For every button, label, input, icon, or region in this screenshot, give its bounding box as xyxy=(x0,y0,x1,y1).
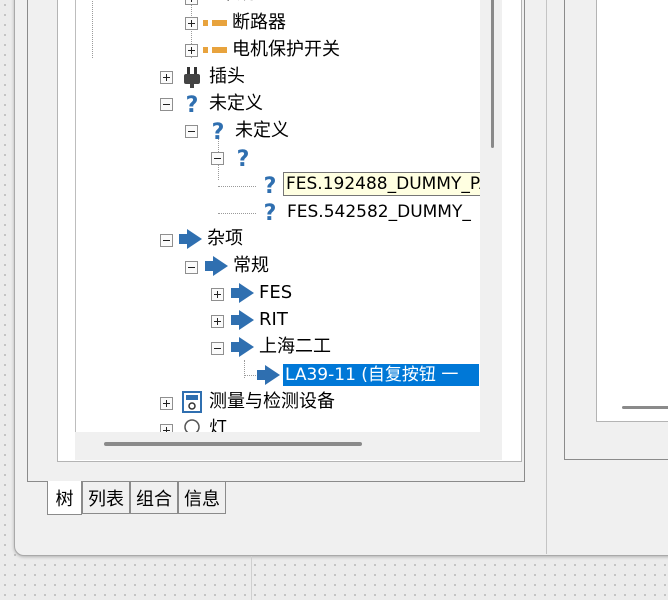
question-icon: ? xyxy=(206,119,230,143)
tree-hscrollbar[interactable] xyxy=(75,432,502,460)
preview-panel-inner xyxy=(596,0,668,422)
tree-expander-minus[interactable] xyxy=(160,234,173,247)
tab-list[interactable]: 列表 xyxy=(82,482,130,514)
tree-item-label: 杂项 xyxy=(207,228,243,249)
tree-vscroll-thumb[interactable] xyxy=(491,0,494,148)
misc-part-icon xyxy=(178,227,202,251)
tree-item-label: 电机保护开关 xyxy=(232,39,340,60)
tree-expander-plus[interactable] xyxy=(160,397,173,410)
misc-part-icon xyxy=(230,335,254,359)
svg-text:?: ? xyxy=(186,93,199,116)
tree-item-label: FES.542582_DUMMY_ xyxy=(287,202,471,222)
tree-item-label: FES xyxy=(259,282,293,303)
svg-text:?: ? xyxy=(264,174,277,197)
tree-expander-minus[interactable] xyxy=(211,342,224,355)
svg-text:?: ? xyxy=(264,201,277,224)
tab-label: 列表 xyxy=(88,488,124,510)
tree-view[interactable]: 常规 断路器 电机保护开关 插头 ? 未定义 ? 未定义 xyxy=(75,0,480,433)
question-icon: ? xyxy=(180,92,204,116)
bar-component-icon xyxy=(203,38,227,62)
tree-item-label: 未定义 xyxy=(235,120,289,141)
tree-item-label: 灯 xyxy=(209,418,227,433)
tree-item-label: 常规 xyxy=(233,255,269,276)
plug-icon xyxy=(180,65,204,89)
tree-item-label: 断路器 xyxy=(232,12,286,33)
question-icon: ? xyxy=(231,146,255,170)
tree-item[interactable]: ? FES.542582_DUMMY_ xyxy=(258,200,473,224)
bar-component-icon xyxy=(203,11,227,35)
tab-label: 组合 xyxy=(136,488,172,510)
tab-label: 信息 xyxy=(184,488,220,510)
tree-item[interactable]: FES xyxy=(230,281,294,305)
preview-hscroll-thumb[interactable] xyxy=(622,406,668,409)
tree-expander-minus[interactable] xyxy=(211,152,224,165)
tree-item[interactable]: ? 未定义 xyxy=(206,119,291,143)
tree-item-tooltip: FES.192488_DUMMY_PART xyxy=(283,172,480,196)
meter-icon xyxy=(180,390,204,414)
tree-expander-plus[interactable] xyxy=(160,71,173,84)
tree-expander-minus[interactable] xyxy=(185,125,198,138)
tree-item[interactable]: 断路器 xyxy=(203,11,288,35)
background-divider xyxy=(251,556,252,600)
tree-item[interactable]: 灯 xyxy=(180,417,229,433)
tree-item[interactable]: ? 未定义 xyxy=(180,92,265,116)
tree-expander-plus[interactable] xyxy=(185,0,198,5)
tree-item-label: 未定义 xyxy=(209,93,263,114)
splitter[interactable] xyxy=(546,0,547,554)
tree-expander-plus[interactable] xyxy=(185,44,198,57)
tree-expander-minus[interactable] xyxy=(160,98,173,111)
tab-label: 树 xyxy=(55,488,74,510)
misc-part-icon xyxy=(230,281,254,305)
tree-item[interactable]: ? xyxy=(231,146,262,170)
question-icon: ? xyxy=(258,173,282,197)
tree-item[interactable]: 插头 xyxy=(180,65,247,89)
misc-part-icon xyxy=(204,254,228,278)
tree-hscroll-thumb[interactable] xyxy=(104,442,362,446)
question-icon: ? xyxy=(258,200,282,224)
tab-combination[interactable]: 组合 xyxy=(130,482,178,514)
svg-text:?: ? xyxy=(237,147,250,170)
tree-item[interactable]: 电机保护开关 xyxy=(203,38,342,62)
tab-info[interactable]: 信息 xyxy=(178,482,226,514)
svg-text:?: ? xyxy=(212,120,225,143)
tree-item-label: 常规 xyxy=(217,0,257,5)
tree-expander-plus[interactable] xyxy=(185,17,198,30)
tree-item[interactable]: RIT xyxy=(230,308,290,332)
tree-item-label: 插头 xyxy=(209,66,245,87)
tree-item-label: 测量与检测设备 xyxy=(209,391,335,412)
tree-expander-plus[interactable] xyxy=(211,315,224,328)
misc-part-icon xyxy=(256,363,280,387)
tree-item[interactable]: 上海二工 xyxy=(230,335,333,359)
tab-tree[interactable]: 树 xyxy=(47,481,82,515)
tree-item[interactable]: 测量与检测设备 xyxy=(180,390,337,414)
lamp-icon xyxy=(180,417,204,432)
tree-item-selected[interactable]: LA39-11 (自复按钮 一 xyxy=(256,363,479,387)
tree-item[interactable]: 常规 xyxy=(190,0,257,6)
tree-item[interactable]: 常规 xyxy=(204,254,271,278)
tree-expander-plus[interactable] xyxy=(211,288,224,301)
misc-part-icon xyxy=(230,308,254,332)
tree-item[interactable]: ? xyxy=(258,173,285,197)
tree-item-label: LA39-11 (自复按钮 一 xyxy=(283,364,479,386)
tree-item-label: RIT xyxy=(259,309,288,330)
tree-item[interactable]: 杂项 xyxy=(178,227,245,251)
tree-item-label: 上海二工 xyxy=(259,336,331,357)
tree-expander-minus[interactable] xyxy=(185,261,198,274)
tree-item-label: FES.192488_DUMMY_PART xyxy=(286,174,480,194)
